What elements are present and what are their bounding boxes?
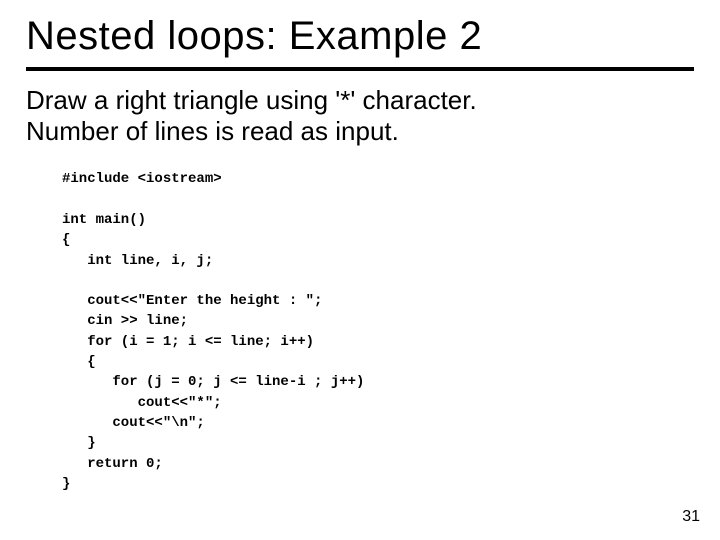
description-line-1: Draw a right triangle using '*' characte…: [26, 85, 477, 115]
description-line-2: Number of lines is read as input.: [26, 116, 399, 146]
title-underline: [26, 67, 694, 71]
slide-title: Nested loops: Example 2: [26, 14, 694, 59]
code-block: #include <iostream> int main() { int lin…: [62, 169, 694, 494]
page-number: 31: [682, 508, 700, 526]
slide-description: Draw a right triangle using '*' characte…: [26, 85, 694, 147]
